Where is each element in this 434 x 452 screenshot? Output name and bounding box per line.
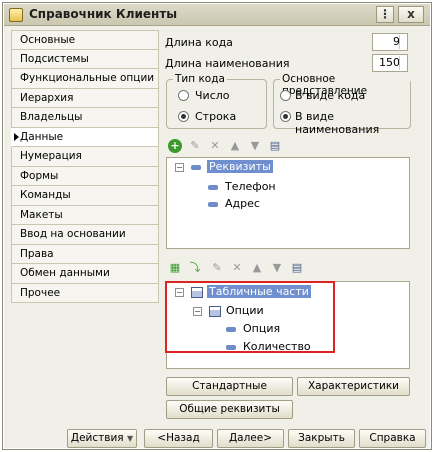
menu-item-numbering[interactable]: Нумерация <box>11 147 159 167</box>
spin-icon[interactable] <box>399 56 406 70</box>
menu-item-rights[interactable]: Права <box>11 244 159 264</box>
title-bar[interactable]: Справочник Клиенты ⋮ x <box>4 4 430 26</box>
menu-icon[interactable]: ⋮ <box>376 6 394 23</box>
radio-string-label: Строка <box>195 110 237 123</box>
close-icon[interactable]: x <box>398 6 424 23</box>
table-icon <box>209 306 221 317</box>
table-options-node[interactable]: Опции <box>226 304 264 317</box>
menu-item-hierarchy[interactable]: Иерархия <box>11 88 159 108</box>
menu-item-functional-options[interactable]: Функциональные опции <box>11 69 159 89</box>
menu-item-label: Нумерация <box>20 150 82 162</box>
characteristics-button[interactable]: Характеристики <box>297 377 410 396</box>
menu-item-templates[interactable]: Макеты <box>11 205 159 225</box>
menu-item-label: Ввод на основании <box>20 228 126 240</box>
menu-item-label: Функциональные опции <box>20 72 155 84</box>
menu-item-subsystems[interactable]: Подсистемы <box>11 49 159 69</box>
attributes-icon <box>191 165 201 170</box>
menu-item-label: Команды <box>20 189 71 201</box>
settings-menu: Основные Подсистемы Функциональные опции… <box>11 30 159 303</box>
attribute-address-node[interactable]: Адрес <box>225 197 260 210</box>
menu-item-label: Подсистемы <box>20 52 89 65</box>
actions-label: Действия <box>70 432 124 444</box>
spin-icon[interactable] <box>399 35 406 49</box>
name-length-input[interactable]: 150 <box>372 54 408 72</box>
move-up-icon[interactable]: ▲ <box>250 261 264 275</box>
delete-icon[interactable]: ✕ <box>208 139 222 153</box>
add-icon[interactable]: + <box>168 139 182 153</box>
collapse-icon[interactable]: − <box>193 307 202 316</box>
table-icon <box>191 287 203 298</box>
current-arrow-icon <box>14 132 19 141</box>
radio-by-name[interactable] <box>280 111 291 122</box>
window-title: Справочник Клиенты <box>29 7 178 21</box>
radio-string[interactable] <box>178 111 189 122</box>
delete-icon[interactable]: ✕ <box>230 261 244 275</box>
menu-item-owners[interactable]: Владельцы <box>11 108 159 128</box>
radio-by-code[interactable] <box>280 90 291 101</box>
menu-item-label: Макеты <box>20 208 63 221</box>
name-length-label: Длина наименования <box>165 57 290 70</box>
attribute-quantity-node[interactable]: Количество <box>243 340 311 353</box>
menu-item-label: Данные <box>20 130 64 143</box>
menu-item-commands[interactable]: Команды <box>11 186 159 206</box>
radio-number-label: Число <box>195 89 230 102</box>
move-down-icon[interactable]: ▼ <box>248 139 262 153</box>
menu-item-basic[interactable]: Основные <box>11 30 159 50</box>
attribute-option-node[interactable]: Опция <box>243 322 280 335</box>
code-length-input[interactable]: 9 <box>372 33 408 51</box>
code-length-label: Длина кода <box>165 36 233 49</box>
common-attributes-button[interactable]: Общие реквизиты <box>166 400 293 419</box>
sort-icon[interactable]: ▤ <box>290 261 304 275</box>
code-type-legend: Тип кода <box>173 73 227 85</box>
add-row-icon[interactable]: ⤵ <box>188 261 202 275</box>
radio-number[interactable] <box>178 90 189 101</box>
actions-button[interactable]: Действия ▼ <box>67 429 137 448</box>
edit-icon[interactable]: ✎ <box>210 261 224 275</box>
collapse-icon[interactable]: − <box>175 163 184 172</box>
chevron-down-icon: ▼ <box>126 434 134 443</box>
sort-icon[interactable]: ▤ <box>268 139 282 153</box>
standard-attributes-button[interactable]: Стандартные реквизиты <box>166 377 293 409</box>
menu-item-label: Прочее <box>20 286 61 299</box>
menu-item-label: Владельцы <box>20 111 83 123</box>
menu-item-data-exchange[interactable]: Обмен данными <box>11 264 159 284</box>
close-button[interactable]: Закрыть <box>288 429 355 448</box>
radio-by-name-label: В виде наименования <box>295 110 380 136</box>
menu-item-data[interactable]: Данные <box>11 127 159 147</box>
catalog-icon <box>9 8 23 22</box>
menu-item-forms[interactable]: Формы <box>11 166 159 186</box>
radio-by-code-label: В виде кода <box>295 89 366 102</box>
edit-icon[interactable]: ✎ <box>188 139 202 153</box>
next-button[interactable]: Далее> <box>217 429 284 448</box>
attribute-icon <box>208 185 218 190</box>
menu-item-input-based[interactable]: Ввод на основании <box>11 225 159 245</box>
attribute-icon <box>226 327 236 332</box>
menu-item-label: Основные <box>20 34 76 46</box>
collapse-icon[interactable]: − <box>175 288 184 297</box>
back-button[interactable]: <Назад <box>144 429 213 448</box>
menu-item-label: Права <box>20 247 54 260</box>
name-length-value: 150 <box>379 56 400 69</box>
attributes-tree[interactable]: − Реквизиты Телефон Адрес <box>166 157 410 249</box>
code-type-group: Тип кода Число Строка <box>166 73 267 129</box>
menu-item-other[interactable]: Прочее <box>11 283 159 303</box>
move-down-icon[interactable]: ▼ <box>270 261 284 275</box>
move-up-icon[interactable]: ▲ <box>228 139 242 153</box>
tabular-parts-tree[interactable]: − Табличные части − Опции Опция Количест… <box>166 281 410 369</box>
add-table-icon[interactable]: ▦ <box>168 261 182 275</box>
menu-item-label: Обмен данными <box>20 267 110 279</box>
attribute-icon <box>226 345 236 350</box>
attributes-root-node[interactable]: Реквизиты <box>207 160 273 173</box>
attribute-phone-node[interactable]: Телефон <box>225 180 276 193</box>
main-representation-group: Основное представление В виде кода В вид… <box>273 73 411 136</box>
help-button[interactable]: Справка <box>359 429 426 448</box>
tabular-parts-root-node[interactable]: Табличные части <box>207 285 311 298</box>
attribute-icon <box>208 202 218 207</box>
menu-item-label: Иерархия <box>20 91 74 104</box>
menu-item-label: Формы <box>20 169 59 182</box>
dialog-window: Справочник Клиенты ⋮ x Основные Подсисте… <box>2 2 432 450</box>
